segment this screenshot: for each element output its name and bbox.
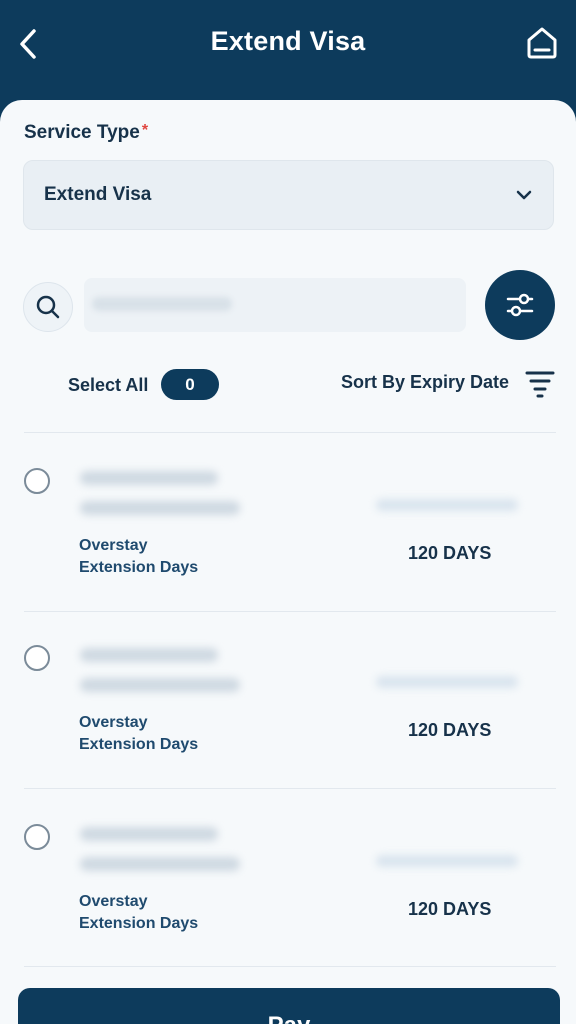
selected-count-badge: 0 <box>161 369 219 400</box>
service-type-label: Service Type * <box>24 122 148 144</box>
item-label-line2: Extension Days <box>79 915 199 932</box>
search-placeholder-blurred <box>92 297 232 311</box>
service-type-value: Extend Visa <box>44 184 152 205</box>
home-button[interactable] <box>522 22 562 62</box>
list-item[interactable]: Overstay Extension Days 120 DAYS <box>0 612 576 790</box>
item-label-line1: Overstay <box>79 893 148 910</box>
item-label-line1: Overstay <box>79 537 148 554</box>
item-days: 120 DAYS <box>408 543 492 563</box>
content-sheet: Service Type * Extend Visa Select All 0 … <box>0 100 576 1024</box>
item-subtitle-blurred <box>80 678 240 692</box>
item-title-blurred <box>80 471 218 485</box>
item-days: 120 DAYS <box>408 899 492 919</box>
screen: Extend Visa Service Type * Extend Visa S… <box>0 0 576 1024</box>
search-button[interactable] <box>23 282 73 332</box>
sort-label[interactable]: Sort By Expiry Date <box>341 372 509 393</box>
item-expiry-blurred <box>376 499 518 511</box>
item-label-line2: Extension Days <box>79 736 199 753</box>
pay-button-label: Pay <box>268 1012 311 1024</box>
chevron-down-icon <box>516 190 532 200</box>
sort-icon[interactable] <box>524 367 556 399</box>
divider <box>24 966 556 967</box>
item-radio[interactable] <box>24 824 50 850</box>
item-expiry-blurred <box>376 676 518 688</box>
top-app-bar: Extend Visa <box>0 0 576 100</box>
filter-button[interactable] <box>485 270 555 340</box>
item-days: 120 DAYS <box>408 720 492 740</box>
item-title-blurred <box>80 827 218 841</box>
required-mark: * <box>141 122 149 139</box>
sliders-icon <box>506 293 534 317</box>
item-subtitle-blurred <box>80 501 240 515</box>
item-label-line1: Overstay <box>79 714 148 731</box>
item-radio[interactable] <box>24 645 50 671</box>
pay-button[interactable]: Pay <box>18 988 560 1024</box>
item-expiry-blurred <box>376 855 518 867</box>
search-icon <box>36 295 60 319</box>
item-title-blurred <box>80 648 218 662</box>
home-icon <box>527 27 557 59</box>
list-item[interactable]: Overstay Extension Days 120 DAYS <box>0 433 576 611</box>
item-radio[interactable] <box>24 468 50 494</box>
service-type-label-text: Service Type <box>24 122 140 143</box>
item-label-line2: Extension Days <box>79 559 199 576</box>
page-title: Extend Visa <box>210 26 366 56</box>
list-item[interactable]: Overstay Extension Days 120 DAYS <box>0 789 576 967</box>
service-type-select[interactable]: Extend Visa <box>23 160 554 230</box>
select-all-label[interactable]: Select All <box>68 375 148 396</box>
item-subtitle-blurred <box>80 857 240 871</box>
